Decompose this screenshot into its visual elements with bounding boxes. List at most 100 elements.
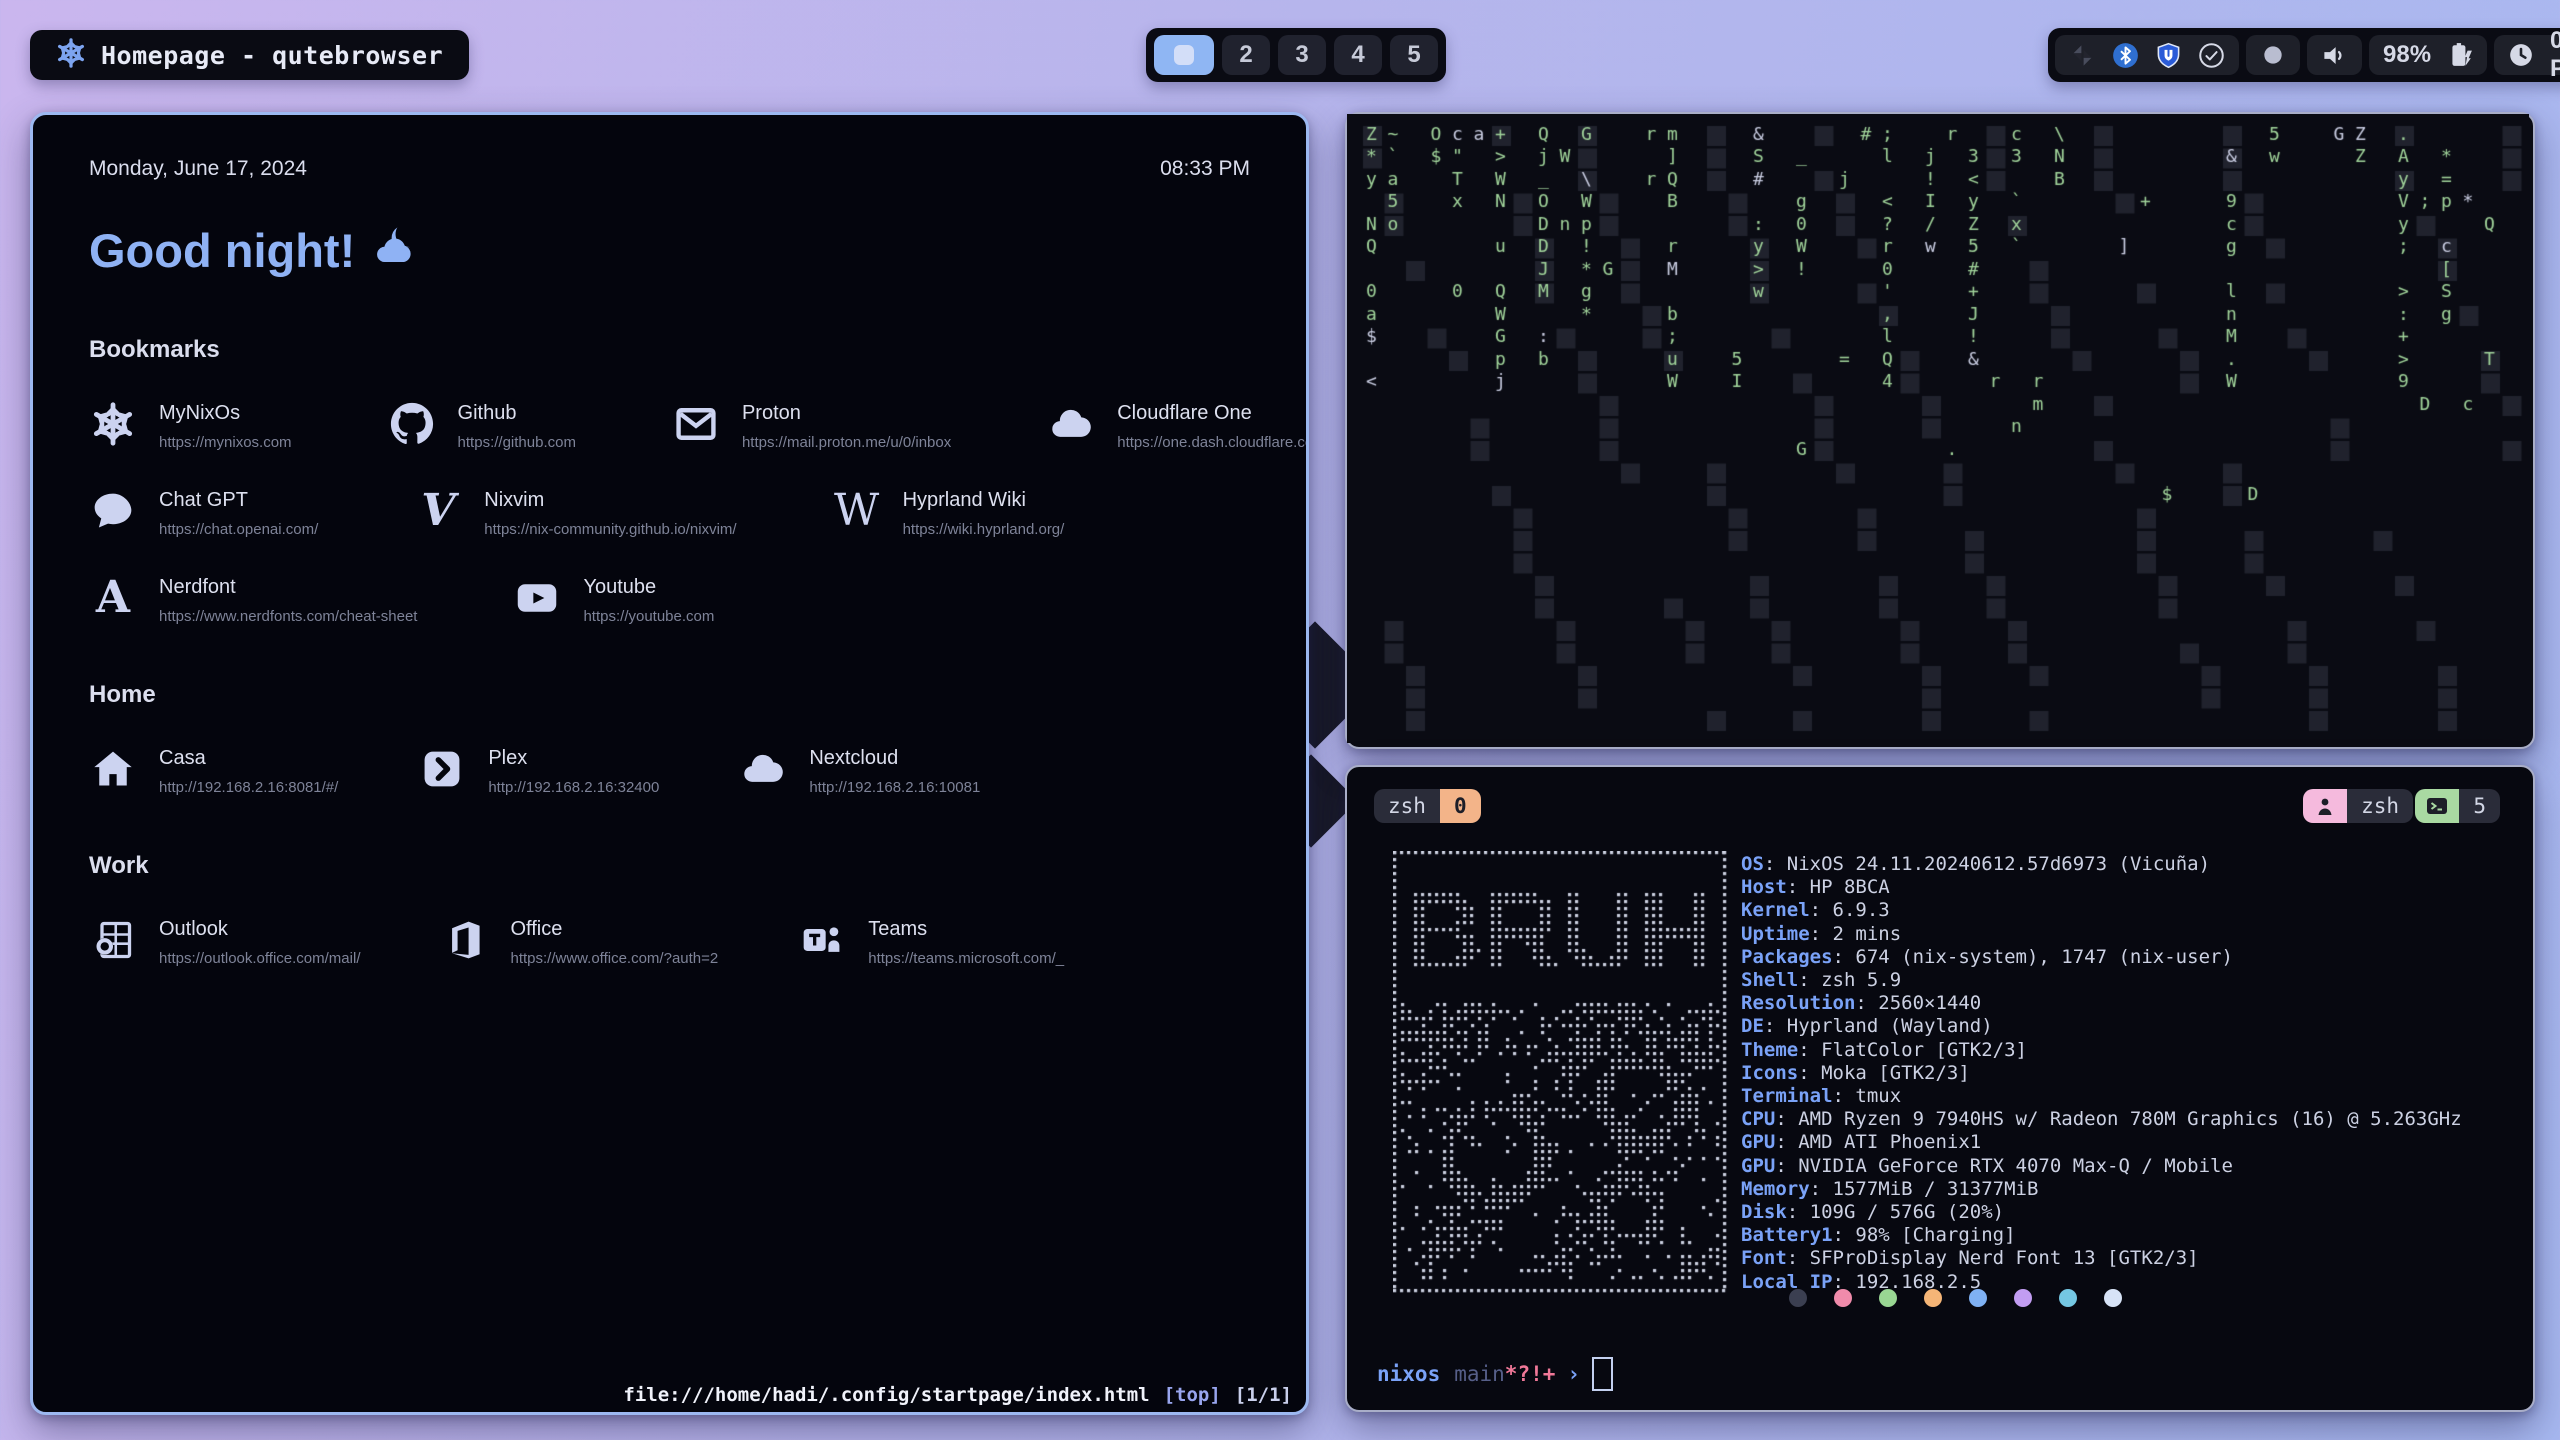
tmux-terminal-window[interactable]: zsh 0 zsh 5 OS: NixOS 24.11.20240612.57d… bbox=[1345, 765, 2535, 1412]
bookmark-mynixos[interactable]: MyNixOshttps://mynixos.com bbox=[89, 402, 292, 451]
teams-icon bbox=[798, 918, 846, 967]
bookmark-proton[interactable]: Proton https://mail.proton.me/u/0/inbox bbox=[672, 402, 951, 451]
bookmark-url: https://outlook.office.com/mail/ bbox=[159, 950, 360, 967]
bookmark-teams[interactable]: Teams https://teams.microsoft.com/_ bbox=[798, 918, 1064, 967]
bookmark-cloudflare-one[interactable]: Cloudflare One https://one.dash.cloudflar… bbox=[1047, 402, 1306, 451]
idle-indicator[interactable] bbox=[2246, 35, 2300, 75]
bookmark-nerdfont[interactable]: ANerdfonthttps://www.nerdfonts.com/cheat… bbox=[89, 576, 417, 625]
section-title-work: Work bbox=[89, 852, 1250, 880]
bookmark-outlook[interactable]: Outlookhttps://outlook.office.com/mail/ bbox=[89, 918, 360, 967]
check-circle-icon[interactable] bbox=[2198, 42, 2225, 69]
github-icon bbox=[388, 402, 436, 451]
workspace-2[interactable]: 2 bbox=[1222, 35, 1270, 75]
status-tray-pill: 98% 08:33 PM bbox=[2048, 28, 2560, 82]
bookmark-office[interactable]: Officehttps://www.office.com/?auth=2 bbox=[440, 918, 718, 967]
bookmark-title: MyNixOs bbox=[159, 402, 292, 425]
cloud-icon bbox=[1047, 402, 1095, 451]
letter-a-icon: A bbox=[89, 576, 137, 625]
palette-swatch bbox=[2059, 1289, 2077, 1307]
workspaces-pill: 2345 bbox=[1146, 28, 1446, 82]
qutebrowser-window[interactable]: Monday, June 17, 2024 08:33 PM Good nigh… bbox=[30, 112, 1309, 1415]
fastfetch-line: GPU: NVIDIA GeForce RTX 4070 Max-Q / Mob… bbox=[1741, 1155, 2462, 1178]
matrix-terminal-window[interactable] bbox=[1345, 112, 2535, 749]
workspace-4[interactable]: 4 bbox=[1334, 35, 1382, 75]
bookmark-sections: BookmarksMyNixOshttps://mynixos.comGithu… bbox=[89, 336, 1250, 967]
palette-swatch bbox=[1969, 1289, 1987, 1307]
tmux-window-name: zsh bbox=[1374, 789, 1440, 823]
section-title-home: Home bbox=[89, 681, 1250, 709]
bookmark-url: https://chat.openai.com/ bbox=[159, 521, 318, 538]
bookmark-url: https://youtube.com bbox=[583, 608, 714, 625]
fastfetch-line: Uptime: 2 mins bbox=[1741, 923, 2462, 946]
bookmark-chat-gpt[interactable]: Chat GPThttps://chat.openai.com/ bbox=[89, 489, 318, 538]
letter-w-icon: W bbox=[833, 489, 881, 538]
office-icon bbox=[440, 918, 488, 967]
bookmark-url: http://192.168.2.16:8081/#/ bbox=[159, 779, 338, 796]
workspace-5[interactable]: 5 bbox=[1390, 35, 1438, 75]
chat-icon bbox=[89, 489, 137, 538]
bookmark-title: Cloudflare One bbox=[1117, 402, 1306, 425]
statusbar-url: file:///home/hadi/.config/startpage/inde… bbox=[623, 1384, 1149, 1406]
bookmark-title: Github bbox=[458, 402, 576, 425]
shield-icon[interactable] bbox=[2155, 42, 2182, 69]
bookmark-nixvim[interactable]: VNixvimhttps://nix-community.github.io/n… bbox=[414, 489, 736, 538]
cloud-icon bbox=[739, 747, 787, 796]
bluetooth-icon[interactable] bbox=[2112, 42, 2139, 69]
prompt-host: nixos bbox=[1377, 1362, 1440, 1386]
active-window-title-pill[interactable]: Homepage - qutebrowser bbox=[30, 30, 469, 80]
battery-indicator[interactable]: 98% bbox=[2369, 35, 2487, 75]
bookmark-title: Teams bbox=[868, 918, 1064, 941]
bookmark-plex[interactable]: Plex http://192.168.2.16:32400 bbox=[418, 747, 659, 796]
fastfetch-ascii-art-bruh bbox=[1393, 851, 1727, 1293]
statusbar-scroll-position: [top] bbox=[1164, 1384, 1221, 1406]
fastfetch-info: OS: NixOS 24.11.20240612.57d6973 (Vicuña… bbox=[1741, 853, 2462, 1294]
qutebrowser-statusbar: file:///home/hadi/.config/startpage/inde… bbox=[623, 1384, 1292, 1406]
palette-swatch bbox=[1879, 1289, 1897, 1307]
palette-swatch bbox=[2104, 1289, 2122, 1307]
bookmark-row: MyNixOshttps://mynixos.comGithubhttps://… bbox=[89, 402, 1250, 451]
tmux-pane-count: 5 bbox=[2415, 789, 2500, 823]
bookmark-url: https://teams.microsoft.com/_ bbox=[868, 950, 1064, 967]
cmatrix-rain bbox=[1347, 114, 2529, 743]
workspace-1-active[interactable] bbox=[1154, 35, 1214, 75]
youtube-icon bbox=[513, 576, 561, 625]
bookmark-github[interactable]: Githubhttps://github.com bbox=[388, 402, 576, 451]
terminal-icon bbox=[2415, 789, 2459, 823]
git-flags: *?!+ bbox=[1505, 1362, 1556, 1386]
clock-icon bbox=[2508, 42, 2534, 68]
bookmark-url: https://one.dash.cloudflare.com/ bbox=[1117, 434, 1306, 451]
greeting-text: Good night! bbox=[89, 223, 355, 278]
workspace-3[interactable]: 3 bbox=[1278, 35, 1326, 75]
fastfetch-line: GPU: AMD ATI Phoenix1 bbox=[1741, 1131, 2462, 1154]
bookmark-title: Nextcloud bbox=[809, 747, 980, 770]
nix-snowflake-icon bbox=[56, 38, 86, 72]
bookmark-nextcloud[interactable]: Nextcloudhttp://192.168.2.16:10081 bbox=[739, 747, 980, 796]
mail-icon bbox=[672, 402, 720, 451]
record-dot-icon bbox=[2260, 42, 2286, 68]
bookmark-url: https://nix-community.github.io/nixvim/ bbox=[484, 521, 736, 538]
fastfetch-line: Host: HP 8BCA bbox=[1741, 876, 2462, 899]
bookmark-hyprland-wiki[interactable]: WHyprland Wikihttps://wiki.hyprland.org/ bbox=[833, 489, 1065, 538]
home-icon bbox=[89, 747, 137, 796]
connect-icon[interactable] bbox=[2069, 42, 2096, 69]
bookmark-row: Chat GPThttps://chat.openai.com/VNixvimh… bbox=[89, 489, 1250, 538]
clock-indicator[interactable]: 08:33 PM bbox=[2494, 35, 2560, 75]
bookmark-row: ANerdfonthttps://www.nerdfonts.com/cheat… bbox=[89, 576, 1250, 625]
outlook-icon bbox=[89, 918, 137, 967]
bookmark-url: https://www.nerdfonts.com/cheat-sheet bbox=[159, 608, 417, 625]
volume-control[interactable] bbox=[2307, 35, 2362, 75]
bookmark-youtube[interactable]: Youtubehttps://youtube.com bbox=[513, 576, 714, 625]
bookmark-title: Nixvim bbox=[484, 489, 736, 512]
bookmark-title: Proton bbox=[742, 402, 951, 425]
fastfetch-line: Font: SFProDisplay Nerd Font 13 [GTK2/3] bbox=[1741, 1247, 2462, 1270]
fastfetch-line: OS: NixOS 24.11.20240612.57d6973 (Vicuña… bbox=[1741, 853, 2462, 876]
bookmark-url: https://www.office.com/?auth=2 bbox=[510, 950, 718, 967]
bookmark-title: Plex bbox=[488, 747, 659, 770]
fastfetch-line: Icons: Moka [GTK2/3] bbox=[1741, 1062, 2462, 1085]
bookmark-url: http://192.168.2.16:32400 bbox=[488, 779, 659, 796]
fastfetch-line: Memory: 1577MiB / 31377MiB bbox=[1741, 1178, 2462, 1201]
fastfetch-line: Packages: 674 (nix-system), 1747 (nix-us… bbox=[1741, 946, 2462, 969]
clock-time: 08:33 PM bbox=[2550, 27, 2560, 83]
bookmark-casa[interactable]: Casahttp://192.168.2.16:8081/#/ bbox=[89, 747, 338, 796]
bookmark-url: https://mail.proton.me/u/0/inbox bbox=[742, 434, 951, 451]
